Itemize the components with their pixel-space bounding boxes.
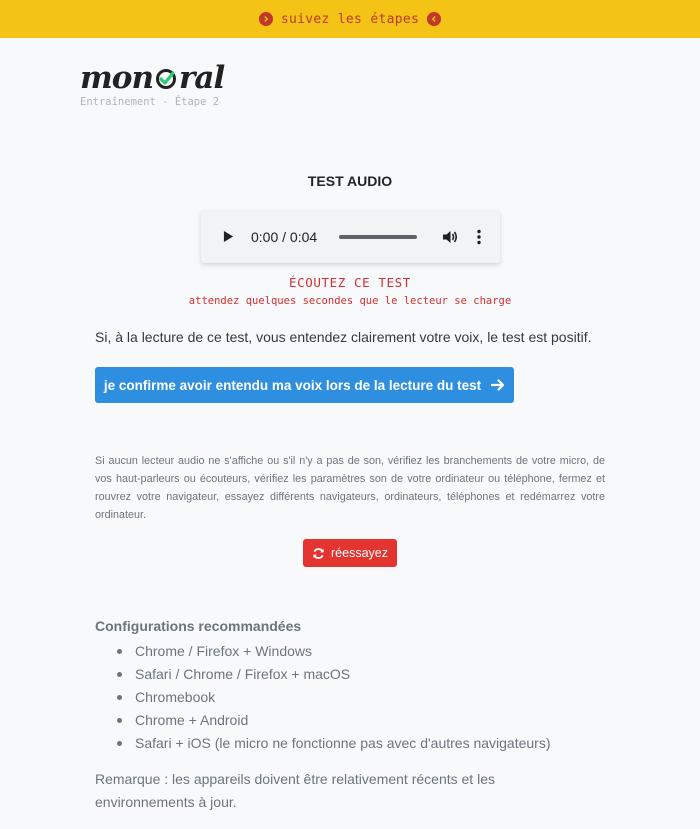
audio-progress-track[interactable] <box>339 234 418 239</box>
logo-text-end: ral <box>179 60 225 96</box>
volume-icon[interactable] <box>441 228 459 246</box>
logo-wordmark: mon ral <box>80 60 225 96</box>
play-icon[interactable] <box>219 228 237 246</box>
configurations-list: Chrome / Firefox + Windows Safari / Chro… <box>95 640 551 755</box>
chevron-circle-right-icon <box>258 12 273 26</box>
listen-note: attendez quelques secondes que le lecteu… <box>188 295 512 307</box>
list-item: Chrome + Android <box>117 709 551 732</box>
check-o-icon <box>156 69 177 89</box>
page-title: TEST AUDIO <box>307 173 393 189</box>
listen-instructions: ÉCOUTEZ CE TEST attendez quelques second… <box>0 275 700 307</box>
recommended-configurations: Configurations recommandées Chrome / Fir… <box>95 618 551 755</box>
arrow-right-icon <box>491 379 505 391</box>
refresh-icon <box>313 547 324 559</box>
list-item: Safari + iOS (le micro ne fonctionne pas… <box>117 732 551 755</box>
confirm-button[interactable]: je confirme avoir entendu ma voix lors d… <box>95 367 514 403</box>
list-item: Chrome / Firefox + Windows <box>117 640 551 663</box>
audio-time: 0:00 / 0:04 <box>251 228 318 245</box>
steps-banner[interactable]: suivez les étapes <box>0 0 700 38</box>
retry-button[interactable]: réessayez <box>303 539 397 567</box>
remark-text: Remarque : les appareils doivent être re… <box>95 771 495 810</box>
more-options-icon[interactable] <box>477 229 481 245</box>
logo[interactable]: mon ral Entraînement - Étape 2 <box>80 60 225 108</box>
steps-banner-label: suivez les étapes <box>280 11 420 27</box>
list-item: Safari / Chrome / Firefox + macOS <box>117 663 551 686</box>
listen-heading: ÉCOUTEZ CE TEST <box>289 275 411 290</box>
list-item: Chromebook <box>117 686 551 709</box>
chevron-circle-left-icon <box>427 12 442 26</box>
intro-text: Si, à la lecture de ce test, vous entend… <box>95 329 592 345</box>
audio-player[interactable]: 0:00 / 0:04 <box>201 210 500 263</box>
logo-subtitle: Entraînement - Étape 2 <box>80 96 220 108</box>
configurations-heading: Configurations recommandées <box>95 618 302 634</box>
confirm-button-label: je confirme avoir entendu ma voix lors d… <box>103 377 482 393</box>
logo-text-start: mon <box>80 60 154 96</box>
retry-button-label: réessayez <box>331 546 388 560</box>
troubleshooting-text: Si aucun lecteur audio ne s'affiche ou s… <box>95 455 605 521</box>
